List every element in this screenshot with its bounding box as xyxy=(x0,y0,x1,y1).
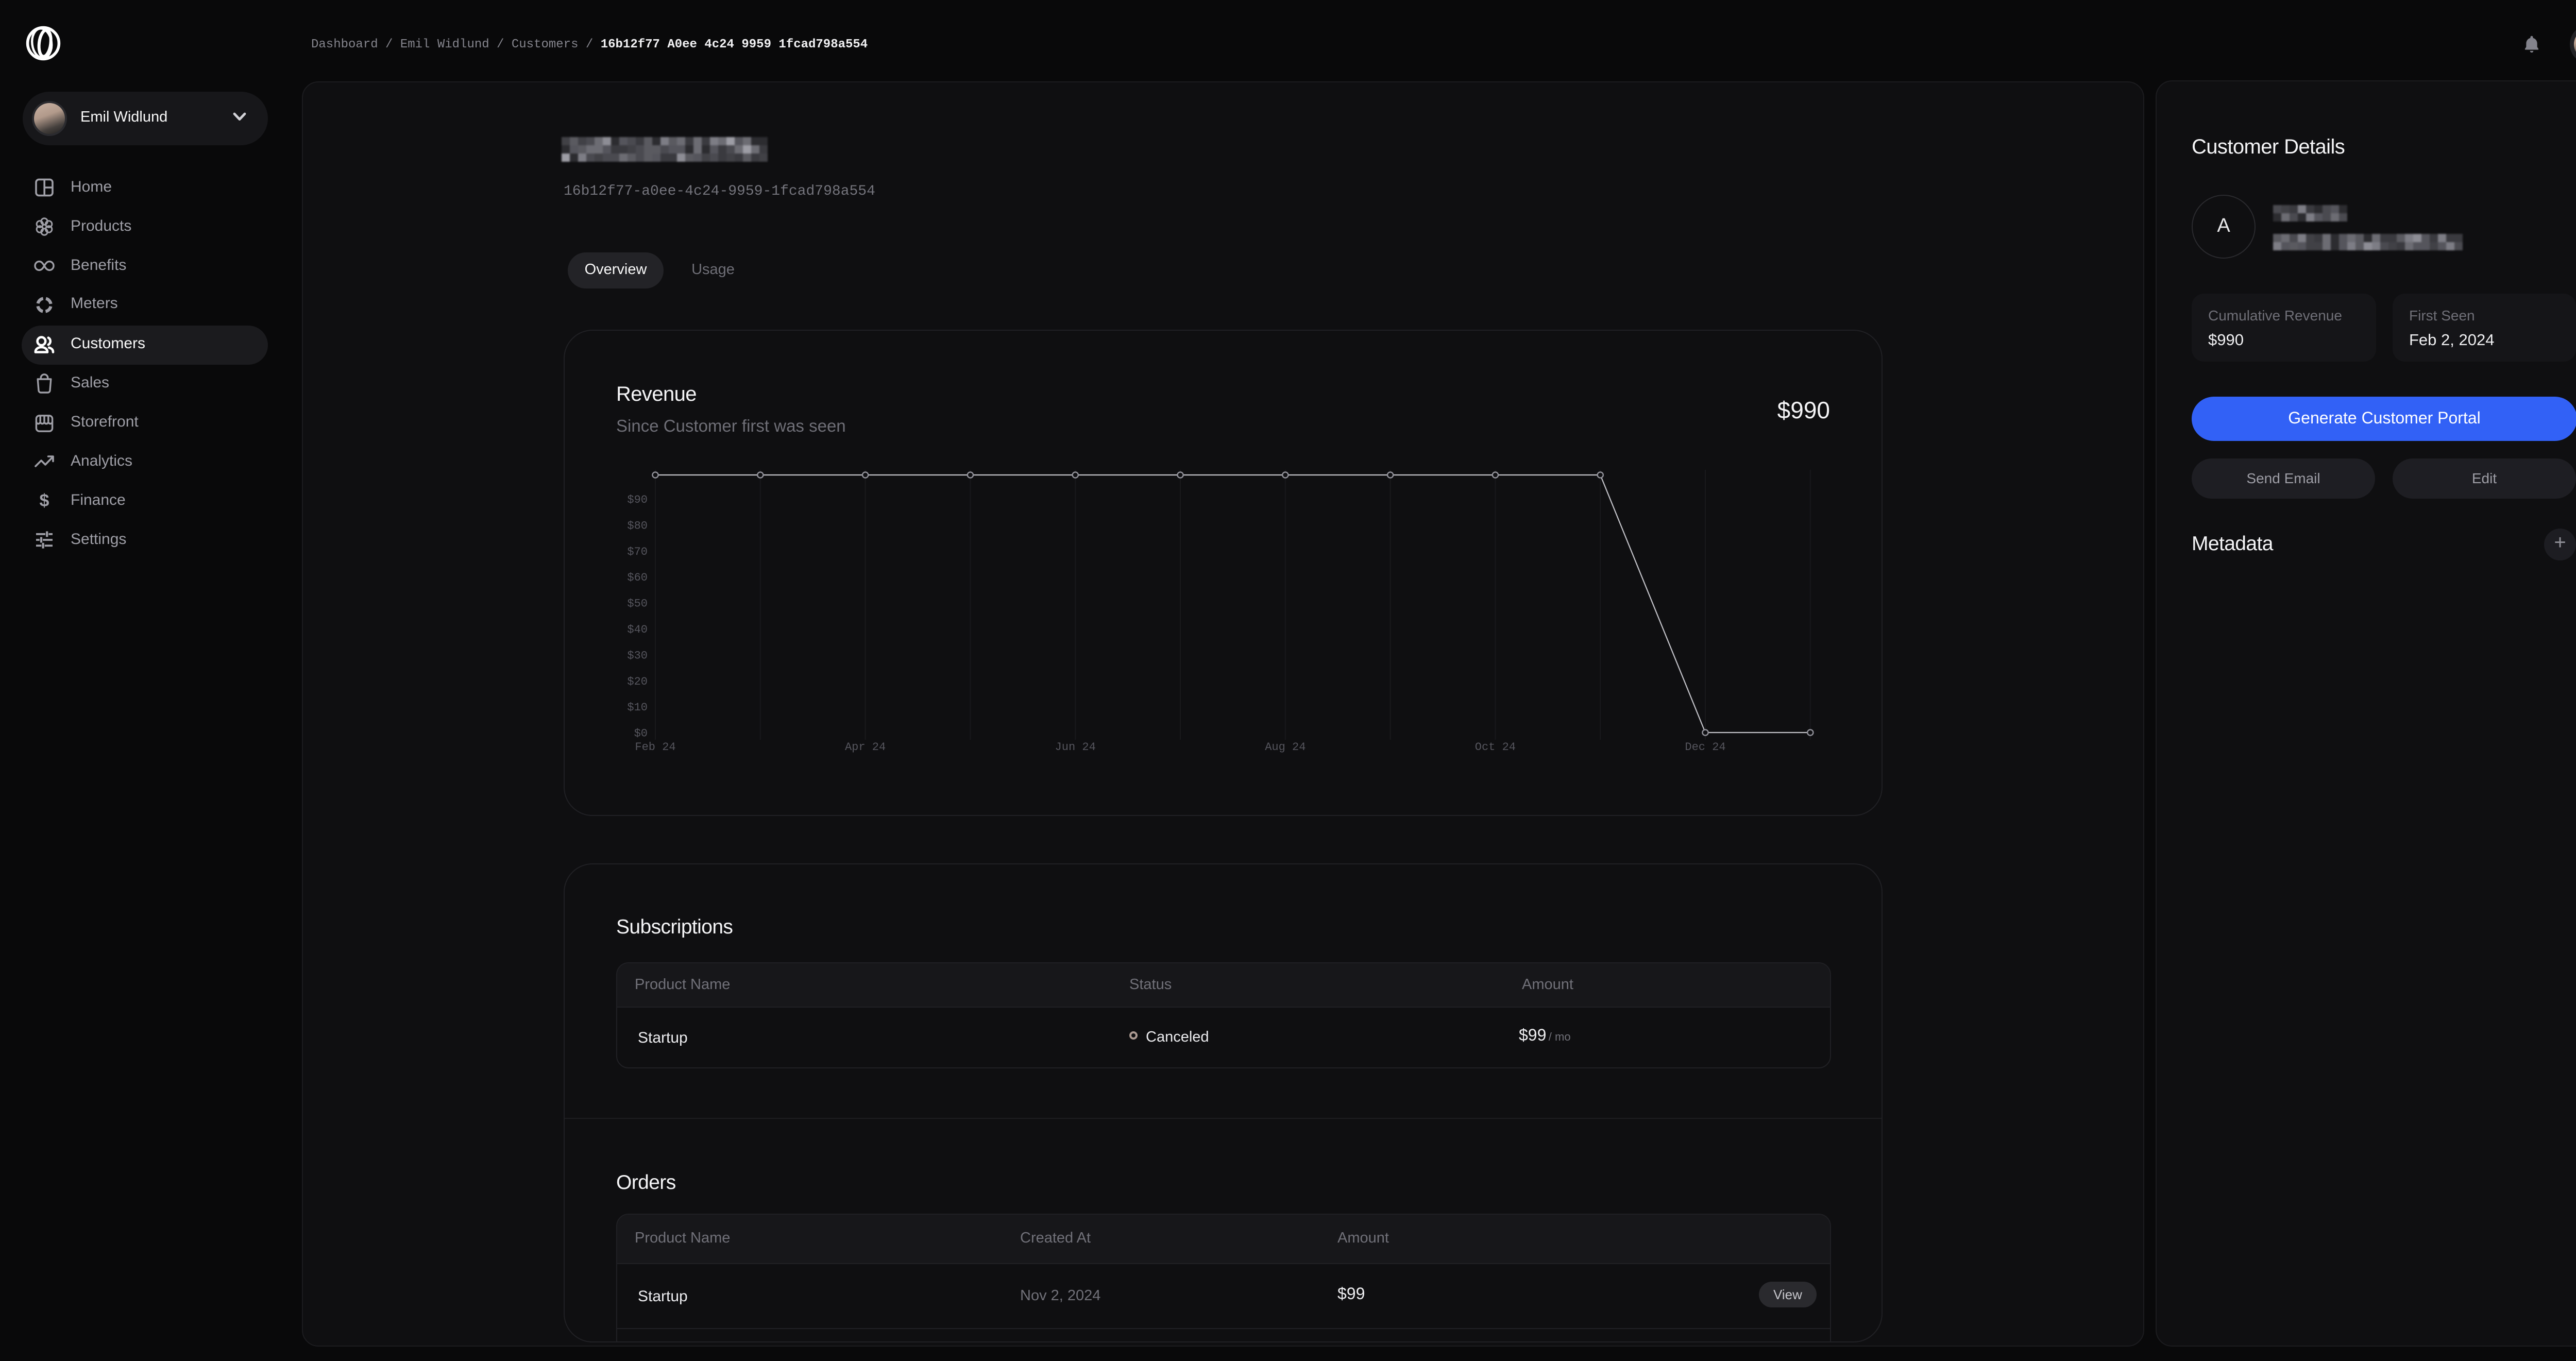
svg-text:Dec 24: Dec 24 xyxy=(1685,741,1725,754)
svg-text:$20: $20 xyxy=(627,675,648,688)
svg-text:Aug 24: Aug 24 xyxy=(1265,741,1306,754)
svg-text:Jun 24: Jun 24 xyxy=(1055,741,1096,754)
svg-text:$50: $50 xyxy=(627,598,648,610)
svg-text:$30: $30 xyxy=(627,649,648,662)
svg-text:$90: $90 xyxy=(627,494,648,506)
svg-text:$80: $80 xyxy=(627,519,648,532)
svg-text:$40: $40 xyxy=(627,623,648,636)
svg-text:Oct 24: Oct 24 xyxy=(1475,741,1516,754)
svg-text:$0: $0 xyxy=(634,727,648,740)
svg-text:Apr 24: Apr 24 xyxy=(845,741,886,754)
svg-text:$70: $70 xyxy=(627,546,648,558)
svg-text:$: $ xyxy=(39,491,49,511)
svg-text:Feb 24: Feb 24 xyxy=(635,741,675,754)
svg-text:$10: $10 xyxy=(627,701,648,714)
svg-text:$60: $60 xyxy=(627,571,648,584)
